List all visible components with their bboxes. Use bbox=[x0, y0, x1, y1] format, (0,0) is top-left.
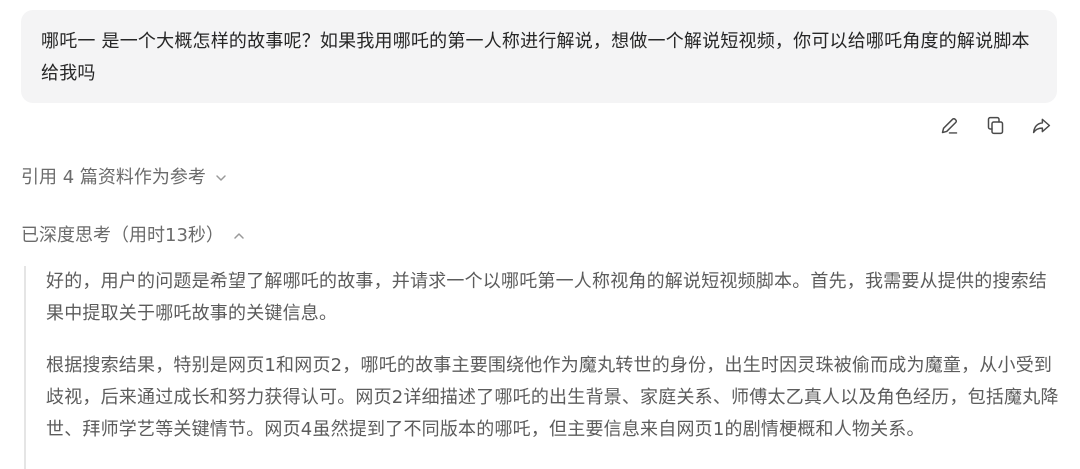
references-toggle[interactable]: 引用 4 篇资料作为参考 bbox=[21, 164, 228, 192]
copy-icon bbox=[985, 115, 1006, 140]
message-actions bbox=[938, 116, 1052, 138]
thinking-label: 已深度思考（用时13秒） bbox=[21, 225, 224, 246]
share-button[interactable] bbox=[1030, 116, 1052, 138]
share-icon bbox=[1031, 115, 1052, 140]
thinking-toggle[interactable]: 已深度思考（用时13秒） bbox=[21, 222, 246, 250]
user-message-text: 哪吒一 是一个大概怎样的故事呢？如果我用哪吒的第一人称进行解说，想做一个解说短视… bbox=[41, 31, 1030, 84]
copy-button[interactable] bbox=[984, 116, 1006, 138]
edit-button[interactable] bbox=[938, 116, 960, 138]
chevron-up-icon bbox=[232, 229, 246, 243]
references-label: 引用 4 篇资料作为参考 bbox=[21, 167, 206, 188]
thinking-paragraph: 根据搜索结果，特别是网页1和网页2，哪吒的故事主要围绕他作为魔丸转世的身份，出生… bbox=[46, 355, 1059, 440]
user-message-bubble: 哪吒一 是一个大概怎样的故事呢？如果我用哪吒的第一人称进行解说，想做一个解说短视… bbox=[21, 10, 1057, 103]
thinking-paragraph: 好的，用户的问题是希望了解哪吒的故事，并请求一个以哪吒第一人称视角的解说短视频脚… bbox=[46, 271, 1047, 324]
chevron-down-icon bbox=[214, 171, 228, 185]
edit-icon bbox=[939, 115, 960, 140]
chat-page: 哪吒一 是一个大概怎样的故事呢？如果我用哪吒的第一人称进行解说，想做一个解说短视… bbox=[0, 0, 1080, 469]
thinking-content: 好的，用户的问题是希望了解哪吒的故事，并请求一个以哪吒第一人称视角的解说短视频脚… bbox=[24, 266, 1064, 469]
